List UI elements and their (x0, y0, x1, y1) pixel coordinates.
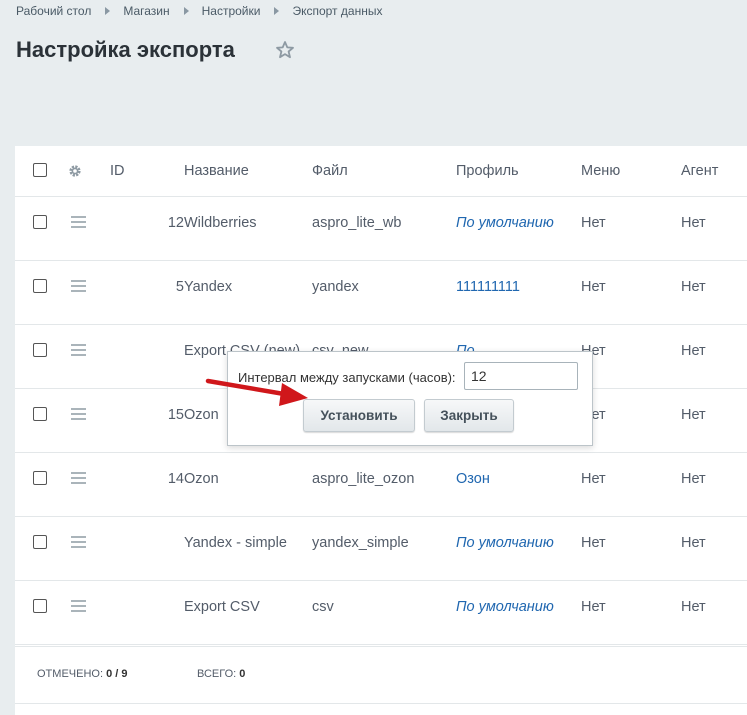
table-footer: ОТМЕЧЕНО: 0 / 9 ВСЕГО: 0 (15, 646, 747, 704)
breadcrumb-separator-icon (105, 6, 111, 15)
row-file: aspro_lite_ozon (312, 471, 415, 487)
row-name: Yandex (184, 279, 233, 295)
row-menu: Нет (581, 215, 606, 231)
row-profile-link[interactable]: По умолчанию (456, 215, 554, 231)
row-menu: Нет (581, 343, 606, 359)
drag-handle-icon[interactable] (71, 408, 86, 423)
row-agent: Нет (681, 471, 706, 487)
row-menu: Нет (581, 279, 606, 295)
breadcrumb-export[interactable]: Экспорт данных (292, 4, 382, 18)
column-header-name[interactable]: Название (184, 146, 312, 197)
row-agent: Нет (681, 279, 706, 295)
row-menu: Нет (581, 535, 606, 551)
breadcrumb-separator-icon (183, 6, 189, 15)
row-checkbox[interactable] (33, 535, 47, 549)
row-name: Yandex - simple (184, 535, 287, 551)
breadcrumb: Рабочий стол Магазин Настройки Экспорт данн… (16, 4, 382, 18)
row-id (95, 517, 184, 581)
row-agent: Нет (681, 599, 706, 615)
drag-handle-icon[interactable] (71, 216, 86, 231)
set-button[interactable]: Установить (303, 399, 415, 432)
breadcrumb-separator-icon (274, 6, 280, 15)
drag-handle-icon[interactable] (71, 280, 86, 295)
column-header-menu[interactable]: Меню (581, 146, 681, 197)
selected-count-value: 0 / 9 (106, 668, 128, 680)
page-title: Настройка экспорта (16, 37, 235, 62)
row-checkbox[interactable] (33, 279, 47, 293)
row-id (95, 325, 184, 389)
row-checkbox[interactable] (33, 407, 47, 421)
row-profile-link[interactable]: По умолчанию (456, 599, 554, 615)
row-file: yandex_simple (312, 535, 409, 551)
breadcrumb-shop[interactable]: Магазин (123, 4, 169, 18)
row-file: aspro_lite_wb (312, 215, 402, 231)
selected-count: ОТМЕЧЕНО: 0 / 9 (37, 668, 127, 680)
row-profile-link[interactable]: По умолчанию (456, 535, 554, 551)
table-row[interactable]: 12 Wildberries aspro_lite_wb По умолчани… (15, 197, 747, 261)
column-header-file[interactable]: Файл (312, 146, 456, 197)
row-menu: Нет (581, 599, 606, 615)
breadcrumb-desktop[interactable]: Рабочий стол (16, 4, 91, 18)
row-checkbox[interactable] (33, 471, 47, 485)
table-row[interactable]: 5 Yandex yandex 111111111 Нет Нет (15, 261, 747, 325)
row-name: Export CSV (184, 599, 260, 615)
row-profile-link[interactable]: Озон (456, 471, 490, 487)
column-header-profile[interactable]: Профиль (456, 146, 581, 197)
drag-handle-icon[interactable] (71, 344, 86, 359)
column-header-id[interactable]: ID (95, 146, 184, 197)
row-name: Ozon (184, 471, 219, 487)
table-row[interactable]: 14 Ozon aspro_lite_ozon Озон Нет Нет (15, 453, 747, 517)
row-checkbox[interactable] (33, 599, 47, 613)
row-id: 14 (167, 471, 184, 487)
total-count-value: 0 (239, 668, 246, 680)
table-row[interactable]: Yandex - simple yandex_simple По умолчан… (15, 517, 747, 581)
row-id (95, 581, 184, 645)
breadcrumb-settings[interactable]: Настройки (202, 4, 261, 18)
row-id: 5 (175, 279, 184, 295)
row-menu: Нет (581, 471, 606, 487)
row-agent: Нет (681, 535, 706, 551)
total-count: ВСЕГО: 0 (197, 668, 245, 680)
row-agent: Нет (681, 407, 706, 423)
table-header-row: ID Название Файл Профиль Меню Агент (15, 146, 747, 197)
row-checkbox[interactable] (33, 215, 47, 229)
gear-icon[interactable] (68, 164, 82, 178)
row-id: 15 (167, 407, 184, 423)
close-button[interactable]: Закрыть (424, 399, 514, 432)
drag-handle-icon[interactable] (71, 536, 86, 551)
row-profile-link[interactable]: 111111111 (456, 279, 520, 295)
total-count-label: ВСЕГО: (197, 668, 237, 680)
row-name: Wildberries (184, 215, 257, 231)
selected-count-label: ОТМЕЧЕНО: (37, 668, 103, 680)
column-header-agent[interactable]: Агент (681, 146, 747, 197)
interval-label: Интервал между запусками (часов): (238, 370, 456, 385)
row-checkbox[interactable] (33, 343, 47, 357)
drag-handle-icon[interactable] (71, 600, 86, 615)
select-all-checkbox[interactable] (33, 163, 47, 177)
interval-input[interactable] (464, 362, 578, 390)
row-agent: Нет (681, 215, 706, 231)
table-row[interactable]: Export CSV csv По умолчанию Нет Нет (15, 581, 747, 645)
row-id: 12 (167, 215, 184, 231)
drag-handle-icon[interactable] (71, 472, 86, 487)
row-agent: Нет (681, 343, 706, 359)
star-icon[interactable] (275, 40, 295, 60)
agent-interval-popup: Интервал между запусками (часов): Устано… (227, 351, 593, 446)
row-file: csv (312, 599, 334, 615)
row-file: yandex (312, 279, 359, 295)
row-menu: Нет (581, 407, 606, 423)
